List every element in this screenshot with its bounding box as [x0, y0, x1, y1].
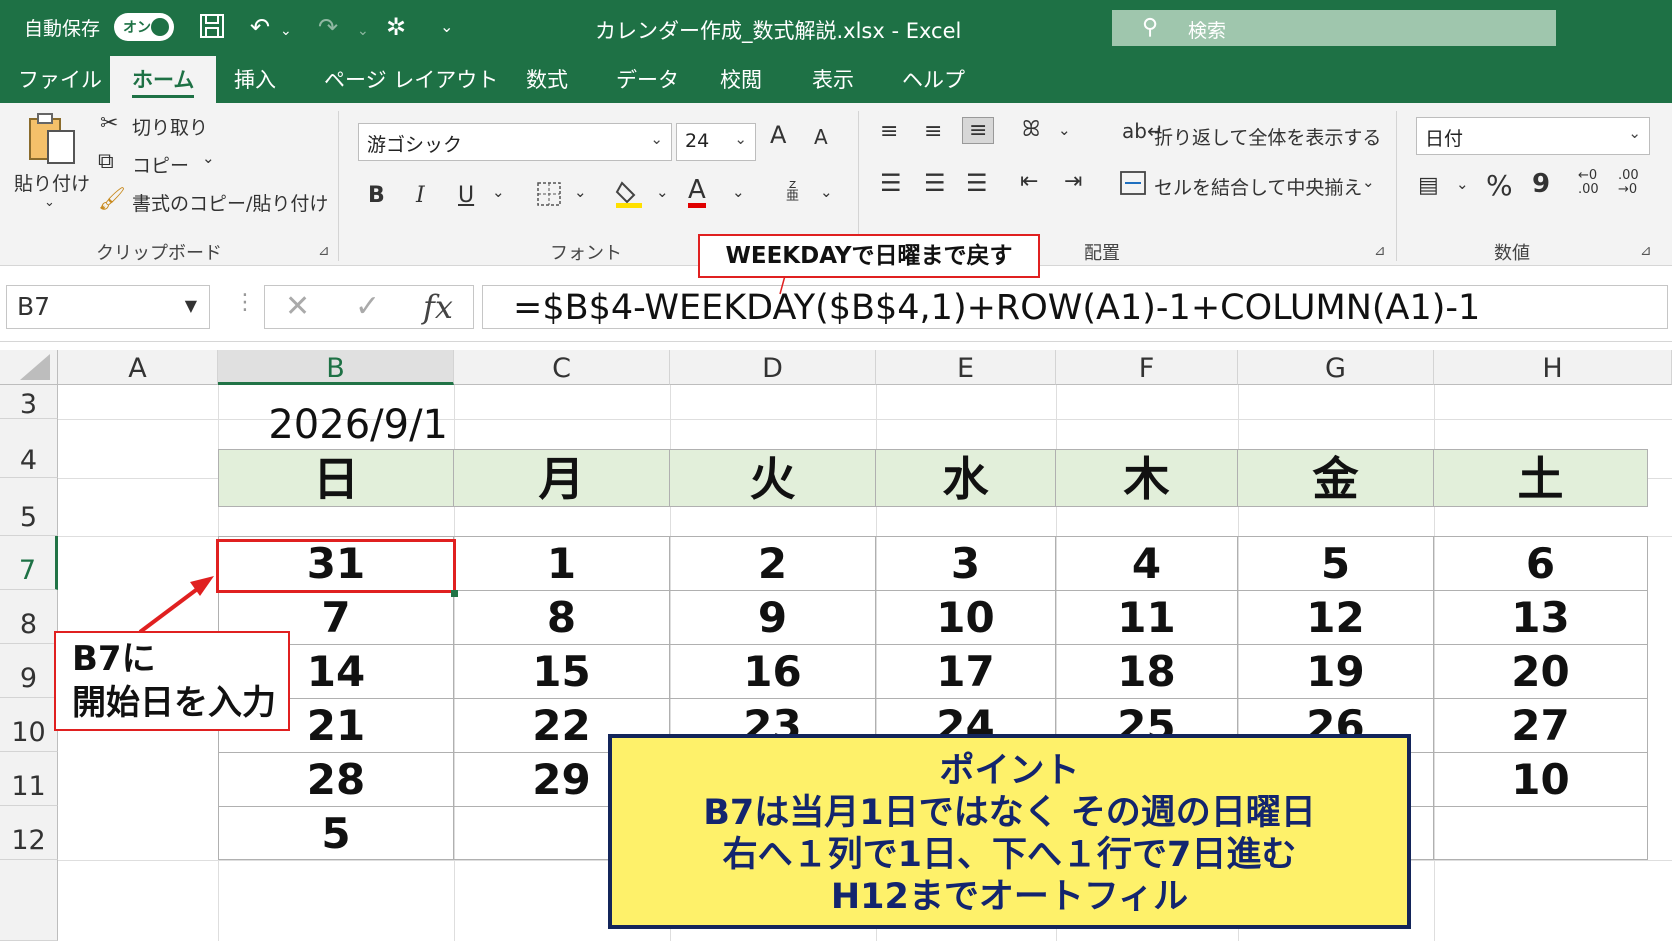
- point-line3: H12までオートフィル: [830, 877, 1189, 917]
- arrow-to-b7: [138, 582, 206, 634]
- point-line1: B7は当月1日ではなく その週の日曜日: [703, 793, 1316, 833]
- point-line2: 右へ１列で1日、下へ１行で7日進む: [722, 835, 1297, 875]
- weekday-callout: WEEKDAYで日曜まで戻す: [698, 234, 1040, 278]
- b7-callout-line2: 開始日を入力: [72, 683, 276, 723]
- b7-callout: B7に 開始日を入力: [54, 631, 290, 731]
- point-title: ポイント: [939, 751, 1080, 791]
- b7-callout-line1: B7に: [72, 639, 156, 679]
- point-callout: ポイント B7は当月1日ではなく その週の日曜日 右へ１列で1日、下へ１行で7日…: [608, 734, 1411, 929]
